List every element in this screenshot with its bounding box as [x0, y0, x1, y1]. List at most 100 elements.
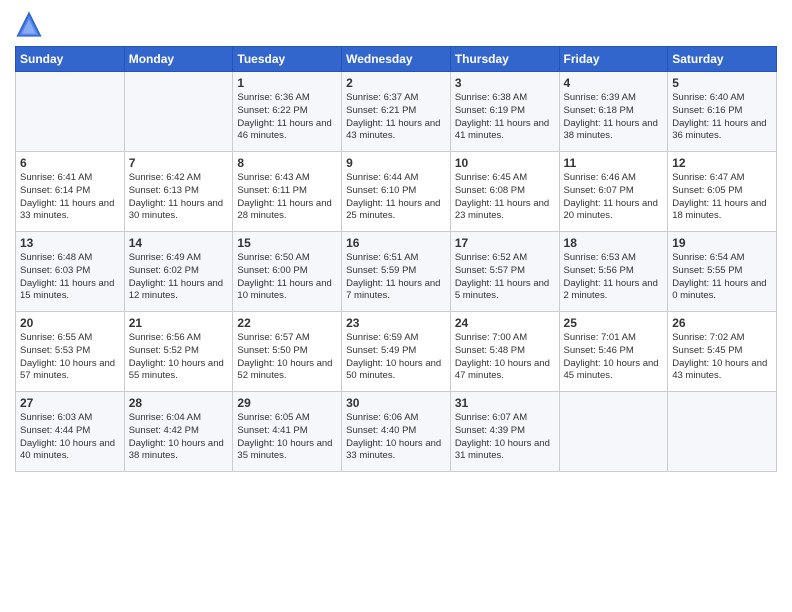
calendar-cell: 4Sunrise: 6:39 AMSunset: 6:18 PMDaylight… — [559, 72, 668, 152]
day-number: 2 — [346, 76, 446, 90]
header-row: SundayMondayTuesdayWednesdayThursdayFrid… — [16, 47, 777, 72]
day-number: 7 — [129, 156, 229, 170]
day-content: Sunrise: 6:43 AMSunset: 6:11 PMDaylight:… — [237, 172, 337, 223]
day-content: Sunrise: 6:59 AMSunset: 5:49 PMDaylight:… — [346, 332, 446, 383]
day-number: 31 — [455, 396, 555, 410]
day-content: Sunrise: 6:37 AMSunset: 6:21 PMDaylight:… — [346, 92, 446, 143]
day-header-friday: Friday — [559, 47, 668, 72]
day-content: Sunrise: 6:45 AMSunset: 6:08 PMDaylight:… — [455, 172, 555, 223]
day-number: 11 — [564, 156, 664, 170]
calendar-cell: 9 Sunrise: 6:44 AMSunset: 6:10 PMDaylight… — [342, 152, 451, 232]
calendar-cell: 8 Sunrise: 6:43 AMSunset: 6:11 PMDaylight… — [233, 152, 342, 232]
week-row-1: 1 Sunrise: 6:36 AMSunset: 6:22 PMDaylight… — [16, 72, 777, 152]
day-content: Sunrise: 6:50 AMSunset: 6:00 PMDaylight:… — [237, 252, 337, 303]
logo — [15, 10, 47, 38]
calendar-cell — [124, 72, 233, 152]
calendar-cell: 2 Sunrise: 6:37 AMSunset: 6:21 PMDaylight… — [342, 72, 451, 152]
day-content: Sunrise: 7:02 AMSunset: 5:45 PMDaylight:… — [672, 332, 772, 383]
day-header-saturday: Saturday — [668, 47, 777, 72]
calendar-cell: 25 Sunrise: 7:01 AMSunset: 5:46 PMDayligh… — [559, 312, 668, 392]
day-number: 5 — [672, 76, 772, 90]
calendar-cell: 6Sunrise: 6:41 AMSunset: 6:14 PMDaylight… — [16, 152, 125, 232]
day-number: 10 — [455, 156, 555, 170]
calendar-cell: 23 Sunrise: 6:59 AMSunset: 5:49 PMDayligh… — [342, 312, 451, 392]
day-number: 14 — [129, 236, 229, 250]
day-number: 19 — [672, 236, 772, 250]
logo-icon — [15, 10, 43, 38]
day-content: Sunrise: 6:42 AMSunset: 6:13 PMDaylight:… — [129, 172, 229, 223]
day-content: Sunrise: 6:51 AMSunset: 5:59 PMDaylight:… — [346, 252, 446, 303]
day-content: Sunrise: 6:38 AMSunset: 6:19 PMDaylight:… — [455, 92, 555, 143]
day-number: 22 — [237, 316, 337, 330]
calendar-cell: 31 Sunrise: 6:07 AMSunset: 4:39 PMDayligh… — [450, 392, 559, 472]
calendar-cell: 10 Sunrise: 6:45 AMSunset: 6:08 PMDayligh… — [450, 152, 559, 232]
calendar-cell: 18Sunrise: 6:53 AMSunset: 5:56 PMDayligh… — [559, 232, 668, 312]
calendar-cell: 15 Sunrise: 6:50 AMSunset: 6:00 PMDayligh… — [233, 232, 342, 312]
calendar-cell: 1 Sunrise: 6:36 AMSunset: 6:22 PMDaylight… — [233, 72, 342, 152]
day-number: 3 — [455, 76, 555, 90]
day-content: Sunrise: 7:01 AMSunset: 5:46 PMDaylight:… — [564, 332, 664, 383]
calendar-cell: 20Sunrise: 6:55 AMSunset: 5:53 PMDayligh… — [16, 312, 125, 392]
day-number: 1 — [237, 76, 337, 90]
calendar-cell: 19 Sunrise: 6:54 AMSunset: 5:55 PMDayligh… — [668, 232, 777, 312]
day-number: 9 — [346, 156, 446, 170]
day-number: 16 — [346, 236, 446, 250]
day-content: Sunrise: 6:03 AMSunset: 4:44 PMDaylight:… — [20, 412, 120, 463]
calendar-cell: 13Sunrise: 6:48 AMSunset: 6:03 PMDayligh… — [16, 232, 125, 312]
day-number: 25 — [564, 316, 664, 330]
day-content: Sunrise: 6:53 AMSunset: 5:56 PMDaylight:… — [564, 252, 664, 303]
day-header-thursday: Thursday — [450, 47, 559, 72]
day-number: 24 — [455, 316, 555, 330]
day-number: 12 — [672, 156, 772, 170]
day-content: Sunrise: 6:06 AMSunset: 4:40 PMDaylight:… — [346, 412, 446, 463]
calendar-cell: 7 Sunrise: 6:42 AMSunset: 6:13 PMDaylight… — [124, 152, 233, 232]
calendar-cell: 29Sunrise: 6:05 AMSunset: 4:41 PMDayligh… — [233, 392, 342, 472]
calendar-cell: 12 Sunrise: 6:47 AMSunset: 6:05 PMDayligh… — [668, 152, 777, 232]
calendar-cell: 5 Sunrise: 6:40 AMSunset: 6:16 PMDaylight… — [668, 72, 777, 152]
day-content: Sunrise: 6:40 AMSunset: 6:16 PMDaylight:… — [672, 92, 772, 143]
day-content: Sunrise: 6:49 AMSunset: 6:02 PMDaylight:… — [129, 252, 229, 303]
day-content: Sunrise: 6:54 AMSunset: 5:55 PMDaylight:… — [672, 252, 772, 303]
day-number: 28 — [129, 396, 229, 410]
week-row-3: 13Sunrise: 6:48 AMSunset: 6:03 PMDayligh… — [16, 232, 777, 312]
day-number: 23 — [346, 316, 446, 330]
calendar-cell — [559, 392, 668, 472]
calendar-cell: 24 Sunrise: 7:00 AMSunset: 5:48 PMDayligh… — [450, 312, 559, 392]
week-row-5: 27 Sunrise: 6:03 AMSunset: 4:44 PMDayligh… — [16, 392, 777, 472]
day-number: 8 — [237, 156, 337, 170]
day-content: Sunrise: 6:56 AMSunset: 5:52 PMDaylight:… — [129, 332, 229, 383]
calendar-cell: 11 Sunrise: 6:46 AMSunset: 6:07 PMDayligh… — [559, 152, 668, 232]
calendar-cell: 3 Sunrise: 6:38 AMSunset: 6:19 PMDaylight… — [450, 72, 559, 152]
day-header-tuesday: Tuesday — [233, 47, 342, 72]
week-row-2: 6Sunrise: 6:41 AMSunset: 6:14 PMDaylight… — [16, 152, 777, 232]
day-content: Sunrise: 6:47 AMSunset: 6:05 PMDaylight:… — [672, 172, 772, 223]
calendar-cell — [668, 392, 777, 472]
day-number: 26 — [672, 316, 772, 330]
calendar-cell: 16 Sunrise: 6:51 AMSunset: 5:59 PMDayligh… — [342, 232, 451, 312]
day-header-wednesday: Wednesday — [342, 47, 451, 72]
calendar-cell: 28Sunrise: 6:04 AMSunset: 4:42 PMDayligh… — [124, 392, 233, 472]
day-content: Sunrise: 6:36 AMSunset: 6:22 PMDaylight:… — [237, 92, 337, 143]
day-number: 17 — [455, 236, 555, 250]
day-content: Sunrise: 6:41 AMSunset: 6:14 PMDaylight:… — [20, 172, 120, 223]
day-header-monday: Monday — [124, 47, 233, 72]
day-content: Sunrise: 6:55 AMSunset: 5:53 PMDaylight:… — [20, 332, 120, 383]
day-content: Sunrise: 6:44 AMSunset: 6:10 PMDaylight:… — [346, 172, 446, 223]
calendar-cell: 21 Sunrise: 6:56 AMSunset: 5:52 PMDayligh… — [124, 312, 233, 392]
calendar-cell: 22Sunrise: 6:57 AMSunset: 5:50 PMDayligh… — [233, 312, 342, 392]
day-content: Sunrise: 6:46 AMSunset: 6:07 PMDaylight:… — [564, 172, 664, 223]
day-content: Sunrise: 7:00 AMSunset: 5:48 PMDaylight:… — [455, 332, 555, 383]
day-number: 27 — [20, 396, 120, 410]
day-number: 30 — [346, 396, 446, 410]
calendar-cell: 30 Sunrise: 6:06 AMSunset: 4:40 PMDayligh… — [342, 392, 451, 472]
day-number: 4 — [564, 76, 664, 90]
day-content: Sunrise: 6:07 AMSunset: 4:39 PMDaylight:… — [455, 412, 555, 463]
day-content: Sunrise: 6:05 AMSunset: 4:41 PMDaylight:… — [237, 412, 337, 463]
day-number: 15 — [237, 236, 337, 250]
calendar-cell: 17 Sunrise: 6:52 AMSunset: 5:57 PMDayligh… — [450, 232, 559, 312]
calendar-cell: 26 Sunrise: 7:02 AMSunset: 5:45 PMDayligh… — [668, 312, 777, 392]
day-content: Sunrise: 6:52 AMSunset: 5:57 PMDaylight:… — [455, 252, 555, 303]
day-header-sunday: Sunday — [16, 47, 125, 72]
calendar-table: SundayMondayTuesdayWednesdayThursdayFrid… — [15, 46, 777, 472]
day-number: 21 — [129, 316, 229, 330]
